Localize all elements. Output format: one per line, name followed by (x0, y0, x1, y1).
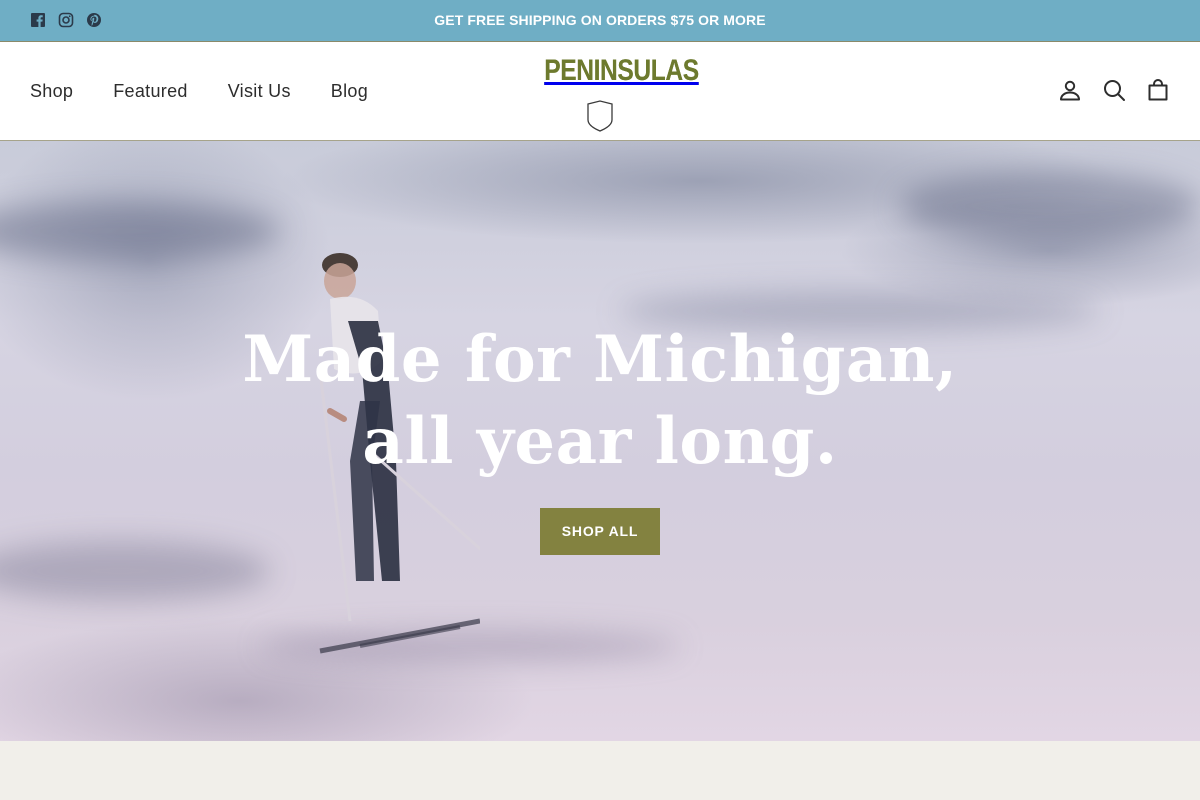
cart-icon[interactable] (1146, 78, 1170, 102)
hero-banner: Made for Michigan, all year long. SHOP A… (0, 141, 1200, 741)
nav-blog[interactable]: Blog (331, 81, 368, 102)
nav-featured[interactable]: Featured (113, 81, 187, 102)
site-header: Shop Featured Visit Us Blog PENINSULAS (0, 42, 1200, 141)
snow-streak (0, 201, 280, 261)
shield-icon (587, 100, 613, 132)
page-section (0, 741, 1200, 800)
hero-title: Made for Michigan, all year long. (242, 322, 958, 479)
snow-streak (900, 171, 1200, 241)
snow-streak (0, 541, 270, 601)
nav-shop[interactable]: Shop (30, 81, 73, 102)
site-logo[interactable]: PENINSULAS (532, 52, 699, 132)
shop-all-button[interactable]: SHOP ALL (540, 508, 660, 555)
header-icons (1058, 78, 1170, 102)
logo-wordmark: PENINSULAS (544, 54, 699, 87)
main-nav: Shop Featured Visit Us Blog (30, 42, 368, 140)
announcement-bar: GET FREE SHIPPING ON ORDERS $75 OR MORE (0, 0, 1200, 42)
nav-visit-us[interactable]: Visit Us (228, 81, 291, 102)
announcement-text[interactable]: GET FREE SHIPPING ON ORDERS $75 OR MORE (0, 0, 1200, 42)
account-icon[interactable] (1058, 78, 1082, 102)
search-icon[interactable] (1102, 78, 1126, 102)
